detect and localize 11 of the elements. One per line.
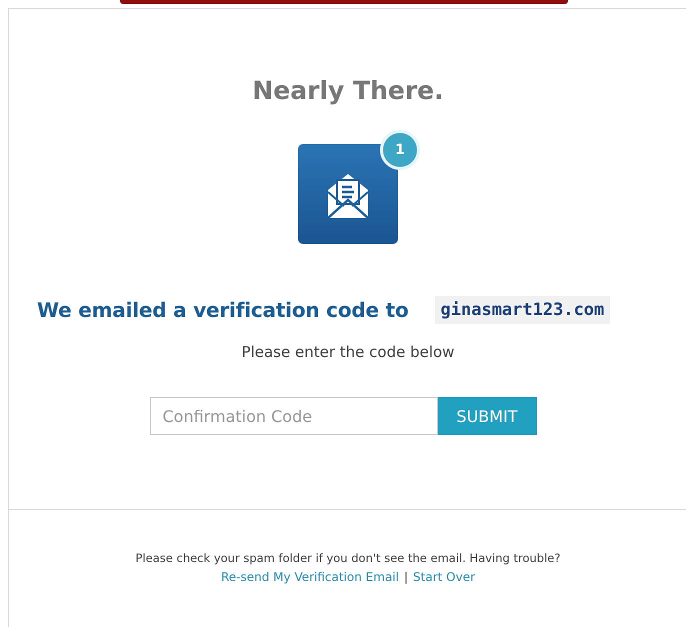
- spam-folder-note: Please check your spam folder if you don't see the email. Having trouble?: [134, 551, 562, 565]
- confirmation-code-field[interactable]: Confirmation Code: [150, 397, 438, 435]
- page-title: Nearly There.: [251, 75, 445, 107]
- resend-email-link[interactable]: Re-send My Verification Email: [220, 570, 399, 584]
- email-address: ginasmart123.com: [434, 296, 610, 324]
- start-over-link[interactable]: Start Over: [413, 570, 476, 584]
- count-badge: 1: [380, 130, 420, 170]
- verification-heading: We emailed a verification code to: [37, 298, 409, 322]
- instruction-text: Please enter the code below: [240, 343, 456, 361]
- link-separator: |: [404, 570, 408, 584]
- submit-button[interactable]: SUBMIT: [438, 397, 536, 435]
